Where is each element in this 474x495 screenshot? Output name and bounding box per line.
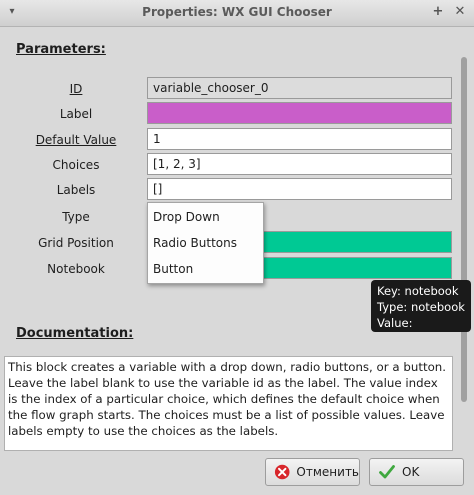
param-label-default-value: Default Value <box>35 133 117 147</box>
tooltip-line: Type: notebook <box>377 300 465 314</box>
tooltip-line: Key: notebook <box>377 284 459 298</box>
tooltip-line: Value: <box>377 316 413 330</box>
checkmark-icon <box>379 465 395 479</box>
close-icon[interactable]: ✕ <box>452 4 468 20</box>
ok-button-label: OK <box>402 465 420 479</box>
choices-field[interactable]: [1, 2, 3] <box>147 153 452 175</box>
title-bar: ▾ Properties: WX GUI Chooser + ✕ <box>0 0 474 27</box>
label-field[interactable] <box>147 102 452 124</box>
cancel-icon <box>274 464 290 480</box>
window-title: Properties: WX GUI Chooser <box>142 5 332 19</box>
labels-field[interactable]: [] <box>147 178 452 200</box>
maximize-icon[interactable]: + <box>430 4 446 20</box>
cancel-button[interactable]: Отменить <box>265 458 360 486</box>
param-label-type: Type <box>62 210 90 224</box>
param-label-label: Label <box>59 107 93 121</box>
id-field[interactable]: variable_chooser_0 <box>147 77 452 99</box>
param-label-grid-position: Grid Position <box>38 236 114 250</box>
type-dropdown-menu[interactable]: Drop Down Radio Buttons Button <box>147 202 264 284</box>
param-label-labels: Labels <box>56 183 96 197</box>
type-option-drop-down[interactable]: Drop Down <box>153 207 220 227</box>
type-option-radio-buttons[interactable]: Radio Buttons <box>153 233 237 253</box>
type-option-button[interactable]: Button <box>153 259 193 279</box>
param-label-choices: Choices <box>52 158 100 172</box>
cancel-button-label: Отменить <box>296 465 359 479</box>
default-value-field[interactable]: 1 <box>147 128 452 150</box>
documentation-text: This block creates a variable with a dro… <box>4 356 453 451</box>
parameters-heading: Parameters: <box>16 42 106 57</box>
documentation-heading: Documentation: <box>16 326 134 341</box>
ok-button[interactable]: OK <box>369 458 464 486</box>
param-label-notebook: Notebook <box>47 262 105 276</box>
scrollbar[interactable] <box>459 57 469 402</box>
param-label-id: ID <box>69 82 83 96</box>
scrollbar-thumb[interactable] <box>461 57 467 402</box>
notebook-tooltip: Key: notebook Type: notebook Value: <box>371 280 471 332</box>
